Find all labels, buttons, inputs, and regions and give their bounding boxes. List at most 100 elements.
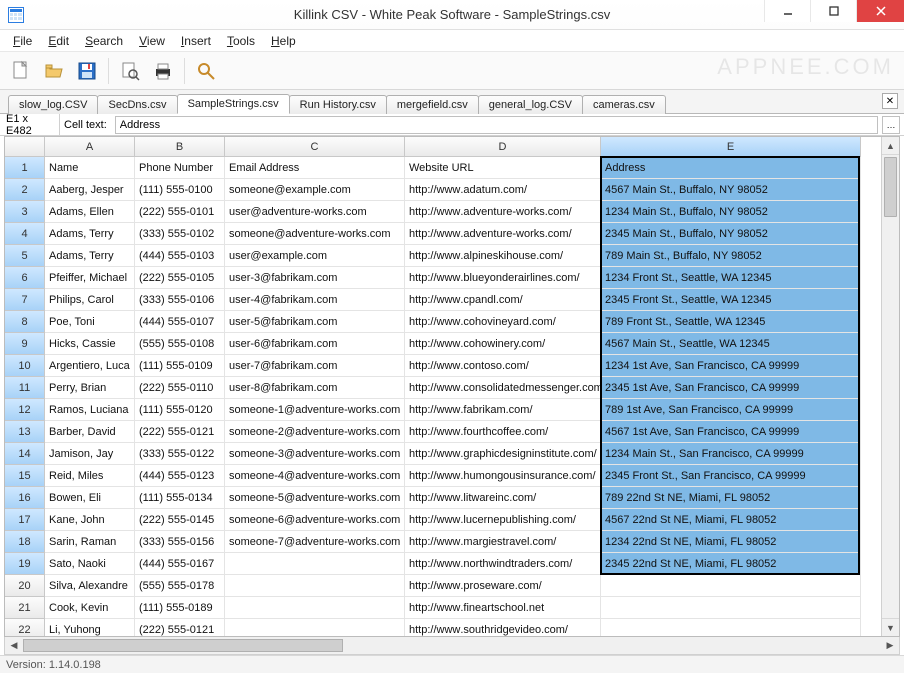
- cell[interactable]: (555) 555-0178: [135, 575, 225, 597]
- cell[interactable]: 789 Main St., Buffalo, NY 98052: [601, 245, 861, 267]
- scroll-down-icon[interactable]: ▼: [882, 618, 899, 636]
- row-header[interactable]: 18: [5, 531, 45, 553]
- select-all-corner[interactable]: [5, 137, 45, 157]
- cell[interactable]: (222) 555-0121: [135, 619, 225, 637]
- row-header[interactable]: 8: [5, 311, 45, 333]
- cell[interactable]: (111) 555-0100: [135, 179, 225, 201]
- cell[interactable]: Kane, John: [45, 509, 135, 531]
- row-header[interactable]: 9: [5, 333, 45, 355]
- cell[interactable]: Cook, Kevin: [45, 597, 135, 619]
- cell[interactable]: http://www.margiestravel.com/: [405, 531, 601, 553]
- cell[interactable]: Pfeiffer, Michael: [45, 267, 135, 289]
- cell[interactable]: (111) 555-0109: [135, 355, 225, 377]
- cell[interactable]: (444) 555-0107: [135, 311, 225, 333]
- menu-file[interactable]: File: [6, 32, 39, 50]
- row-header[interactable]: 17: [5, 509, 45, 531]
- row-header[interactable]: 5: [5, 245, 45, 267]
- row-header[interactable]: 20: [5, 575, 45, 597]
- cell[interactable]: Reid, Miles: [45, 465, 135, 487]
- print-preview-button[interactable]: [115, 56, 145, 86]
- cell[interactable]: [601, 597, 861, 619]
- cell[interactable]: Adams, Terry: [45, 223, 135, 245]
- cell[interactable]: someone-4@adventure-works.com: [225, 465, 405, 487]
- cell[interactable]: 4567 Main St., Buffalo, NY 98052: [601, 179, 861, 201]
- cell-text-expand-button[interactable]: …: [882, 116, 900, 134]
- cell[interactable]: http://www.cpandl.com/: [405, 289, 601, 311]
- cell[interactable]: Email Address: [225, 157, 405, 179]
- cell[interactable]: Ramos, Luciana: [45, 399, 135, 421]
- row-header[interactable]: 11: [5, 377, 45, 399]
- cell[interactable]: http://www.litwareinc.com/: [405, 487, 601, 509]
- scroll-up-icon[interactable]: ▲: [882, 137, 899, 155]
- cell[interactable]: Jamison, Jay: [45, 443, 135, 465]
- row-header[interactable]: 13: [5, 421, 45, 443]
- cell[interactable]: 4567 1st Ave, San Francisco, CA 99999: [601, 421, 861, 443]
- menu-view[interactable]: View: [132, 32, 172, 50]
- column-header[interactable]: A: [45, 137, 135, 157]
- cell[interactable]: [225, 575, 405, 597]
- cell[interactable]: Silva, Alexandre: [45, 575, 135, 597]
- grid-area[interactable]: ABCDE1NamePhone NumberEmail AddressWebsi…: [4, 136, 900, 637]
- cell[interactable]: someone-7@adventure-works.com: [225, 531, 405, 553]
- row-header[interactable]: 4: [5, 223, 45, 245]
- cell[interactable]: 4567 Main St., Seattle, WA 12345: [601, 333, 861, 355]
- file-tab[interactable]: cameras.csv: [582, 95, 666, 114]
- file-tab[interactable]: SampleStrings.csv: [177, 94, 290, 114]
- menu-search[interactable]: Search: [78, 32, 130, 50]
- cell[interactable]: (111) 555-0134: [135, 487, 225, 509]
- cell[interactable]: http://www.cohowinery.com/: [405, 333, 601, 355]
- new-file-button[interactable]: [6, 56, 36, 86]
- menu-insert[interactable]: Insert: [174, 32, 218, 50]
- cell[interactable]: someone-5@adventure-works.com: [225, 487, 405, 509]
- cell[interactable]: user-6@fabrikam.com: [225, 333, 405, 355]
- cell[interactable]: [225, 553, 405, 575]
- cell[interactable]: Li, Yuhong: [45, 619, 135, 637]
- cell[interactable]: (222) 555-0110: [135, 377, 225, 399]
- cell[interactable]: http://www.adventure-works.com/: [405, 201, 601, 223]
- menu-tools[interactable]: Tools: [220, 32, 262, 50]
- cell[interactable]: [225, 597, 405, 619]
- cell[interactable]: someone-6@adventure-works.com: [225, 509, 405, 531]
- cell[interactable]: 1234 Main St., Buffalo, NY 98052: [601, 201, 861, 223]
- file-tab[interactable]: SecDns.csv: [97, 95, 177, 114]
- cell[interactable]: (333) 555-0102: [135, 223, 225, 245]
- cell[interactable]: Address: [601, 157, 861, 179]
- row-header[interactable]: 2: [5, 179, 45, 201]
- cell[interactable]: 2345 22nd St NE, Miami, FL 98052: [601, 553, 861, 575]
- cell[interactable]: [601, 575, 861, 597]
- cell[interactable]: (111) 555-0189: [135, 597, 225, 619]
- row-header[interactable]: 16: [5, 487, 45, 509]
- cell[interactable]: http://www.contoso.com/: [405, 355, 601, 377]
- scroll-left-icon[interactable]: ◀: [5, 637, 23, 654]
- row-header[interactable]: 22: [5, 619, 45, 637]
- cell[interactable]: (333) 555-0156: [135, 531, 225, 553]
- cell[interactable]: Name: [45, 157, 135, 179]
- cell[interactable]: someone-1@adventure-works.com: [225, 399, 405, 421]
- cell[interactable]: http://www.lucernepublishing.com/: [405, 509, 601, 531]
- open-file-button[interactable]: [39, 56, 69, 86]
- cell[interactable]: http://www.graphicdesigninstitute.com/: [405, 443, 601, 465]
- cell[interactable]: 789 1st Ave, San Francisco, CA 99999: [601, 399, 861, 421]
- cell[interactable]: Barber, David: [45, 421, 135, 443]
- cell[interactable]: Adams, Ellen: [45, 201, 135, 223]
- cell[interactable]: http://www.northwindtraders.com/: [405, 553, 601, 575]
- cell[interactable]: Hicks, Cassie: [45, 333, 135, 355]
- find-button[interactable]: [191, 56, 221, 86]
- cell[interactable]: Aaberg, Jesper: [45, 179, 135, 201]
- cell[interactable]: 1234 22nd St NE, Miami, FL 98052: [601, 531, 861, 553]
- hscroll-thumb[interactable]: [23, 639, 343, 652]
- cell[interactable]: Sarin, Raman: [45, 531, 135, 553]
- cell[interactable]: 4567 22nd St NE, Miami, FL 98052: [601, 509, 861, 531]
- row-header[interactable]: 15: [5, 465, 45, 487]
- menu-help[interactable]: Help: [264, 32, 303, 50]
- row-header[interactable]: 21: [5, 597, 45, 619]
- cell[interactable]: http://www.humongousinsurance.com/: [405, 465, 601, 487]
- cell[interactable]: Perry, Brian: [45, 377, 135, 399]
- cell[interactable]: 1234 Front St., Seattle, WA 12345: [601, 267, 861, 289]
- cell[interactable]: user@adventure-works.com: [225, 201, 405, 223]
- cell[interactable]: http://www.southridgevideo.com/: [405, 619, 601, 637]
- cell[interactable]: http://www.adventure-works.com/: [405, 223, 601, 245]
- cell[interactable]: http://www.adatum.com/: [405, 179, 601, 201]
- cell[interactable]: user-3@fabrikam.com: [225, 267, 405, 289]
- column-header[interactable]: D: [405, 137, 601, 157]
